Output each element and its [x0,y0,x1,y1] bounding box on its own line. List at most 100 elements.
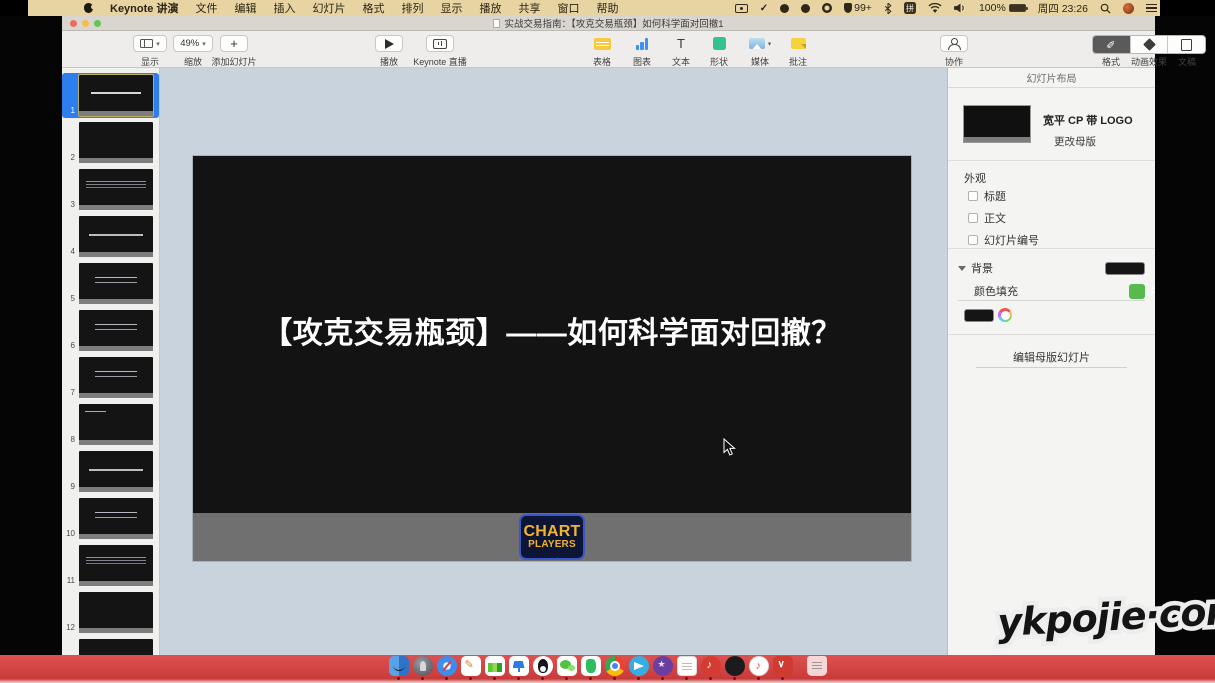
search-icon[interactable] [1100,3,1111,14]
add-slide-button[interactable]: + [220,35,248,52]
evernote-icon[interactable] [580,656,601,680]
color-wheel-icon[interactable] [998,308,1012,322]
slide-thumbnail[interactable] [79,592,153,633]
media-button[interactable]: ▾ [742,35,779,52]
shield-badge-icon[interactable]: 99+ [844,2,872,14]
slide-thumbnail[interactable] [79,75,153,116]
slide-thumbnail[interactable] [79,169,153,210]
chart-players-logo[interactable]: CHART PLAYERS [519,514,585,560]
chrome-icon[interactable] [604,656,625,680]
slide-thumbnail[interactable] [79,498,153,539]
telegram-icon[interactable] [628,656,649,680]
table-button[interactable] [587,35,618,52]
notes-icon[interactable] [676,656,697,680]
menu-item[interactable]: 排列 [401,0,423,16]
menu-item[interactable]: Keynote 讲演 [110,0,178,16]
slide-thumb-row[interactable]: 1 [62,73,159,118]
slide-thumb-row[interactable]: 5 [62,261,159,306]
menu-clock[interactable]: 周四 23:26 [1038,1,1088,16]
document-tab[interactable] [1168,36,1205,53]
dark-app-icon[interactable] [724,656,745,680]
wechat-icon[interactable] [556,656,577,680]
launchpad-icon[interactable] [412,656,433,680]
slide-thumb-row[interactable]: 12 [62,590,159,635]
checkbox[interactable] [968,213,978,223]
red-v-icon[interactable] [772,656,793,680]
menu-item[interactable]: 文件 [195,0,217,16]
comment-button[interactable] [784,35,813,52]
numbers-icon[interactable] [484,656,505,680]
slide-thumb-row[interactable]: 9 [62,449,159,494]
slide-thumb-row[interactable]: 10 [62,496,159,541]
format-tab[interactable]: ✎ [1093,36,1131,53]
safari-icon[interactable] [436,656,457,680]
app-dot-icon[interactable] [801,4,810,13]
document-proxy-icon[interactable] [493,19,500,28]
zoom-select[interactable]: 49%▾ [173,35,213,52]
menu-item[interactable]: 编辑 [234,0,256,16]
appearance-option[interactable]: 正文 [968,210,1039,226]
checkbox[interactable] [968,235,978,245]
slide-thumbnail[interactable] [79,639,153,655]
collaborate-button[interactable] [940,35,968,52]
window-title-bar[interactable]: 实战交易指南：【攻克交易瓶颈】如何科学面对回撤1 [62,16,1155,31]
slide-thumbnail[interactable] [79,263,153,304]
slide-thumb-row[interactable]: 13 [62,637,159,655]
menu-item[interactable]: 窗口 [557,0,579,16]
keynote-live-button[interactable] [426,35,454,52]
slide-thumb-row[interactable]: 4 [62,214,159,259]
screen-record-icon[interactable] [735,4,748,13]
appearance-option[interactable]: 幻灯片编号 [968,232,1039,248]
input-method-icon[interactable]: 拼 [904,2,916,14]
slide-thumbnail[interactable] [79,545,153,586]
slide-thumbnail[interactable] [79,404,153,445]
check-app-icon[interactable]: ✓ [760,3,768,14]
edit-master-button[interactable]: 编辑母版幻灯片 [948,349,1155,365]
slide-canvas[interactable]: 【攻克交易瓶颈】——如何科学面对回撤？ CHART PLAYERS [160,68,947,655]
color-fill-row[interactable]: 颜色填充 ▲▼ [958,282,1145,301]
text-button[interactable]: T [667,35,695,52]
menu-item[interactable]: 幻灯片 [312,0,345,16]
wifi-icon[interactable] [928,3,942,14]
fill-type-stepper[interactable]: ▲▼ [1129,284,1145,299]
keynote-icon[interactable] [508,656,529,680]
menu-item[interactable]: 共享 [518,0,540,16]
app-dot-icon[interactable] [780,4,789,13]
apple-menu-icon[interactable] [84,3,93,13]
netease-music-icon[interactable] [700,656,721,680]
shape-button[interactable] [705,35,733,52]
video-icon[interactable] [652,656,673,680]
menu-item[interactable]: 播放 [479,0,501,16]
disclosure-triangle-icon[interactable] [958,266,966,271]
editor-icon[interactable] [460,656,481,680]
chart-button[interactable] [628,35,656,52]
finder-icon[interactable] [388,656,409,680]
slide-thumbnail[interactable] [79,216,153,257]
menu-item[interactable]: 插入 [273,0,295,16]
change-master-button[interactable]: 更改母版 [1054,134,1096,149]
view-button[interactable]: ▾ [133,35,167,52]
slide-thumbnail[interactable] [79,310,153,351]
play-button[interactable] [375,35,403,52]
control-center-icon[interactable] [1146,4,1157,12]
slide-thumb-row[interactable]: 8 [62,402,159,447]
menu-item[interactable]: 格式 [362,0,384,16]
slide-thumbnail[interactable] [79,122,153,163]
slide-editor[interactable]: 【攻克交易瓶颈】——如何科学面对回撤？ CHART PLAYERS [193,156,911,561]
slide-title-text[interactable]: 【攻克交易瓶颈】——如何科学面对回撤？ [193,308,911,352]
appearance-option[interactable]: 标题 [968,188,1039,204]
bluetooth-icon[interactable] [884,3,892,14]
slide-thumb-row[interactable]: 2 [62,120,159,165]
music-icon[interactable] [748,656,769,680]
siri-icon[interactable] [1123,3,1134,14]
fill-color-well[interactable] [964,309,994,322]
master-slide-thumbnail[interactable] [963,105,1031,143]
menu-item[interactable]: 显示 [440,0,462,16]
slide-thumb-row[interactable]: 7 [62,355,159,400]
checkbox[interactable] [968,191,978,201]
browser-ring-icon[interactable] [822,3,832,13]
slide-thumbnail[interactable] [79,357,153,398]
battery-icon[interactable]: 100% [979,2,1026,14]
animate-tab[interactable] [1131,36,1169,53]
slide-thumb-row[interactable]: 6 [62,308,159,353]
